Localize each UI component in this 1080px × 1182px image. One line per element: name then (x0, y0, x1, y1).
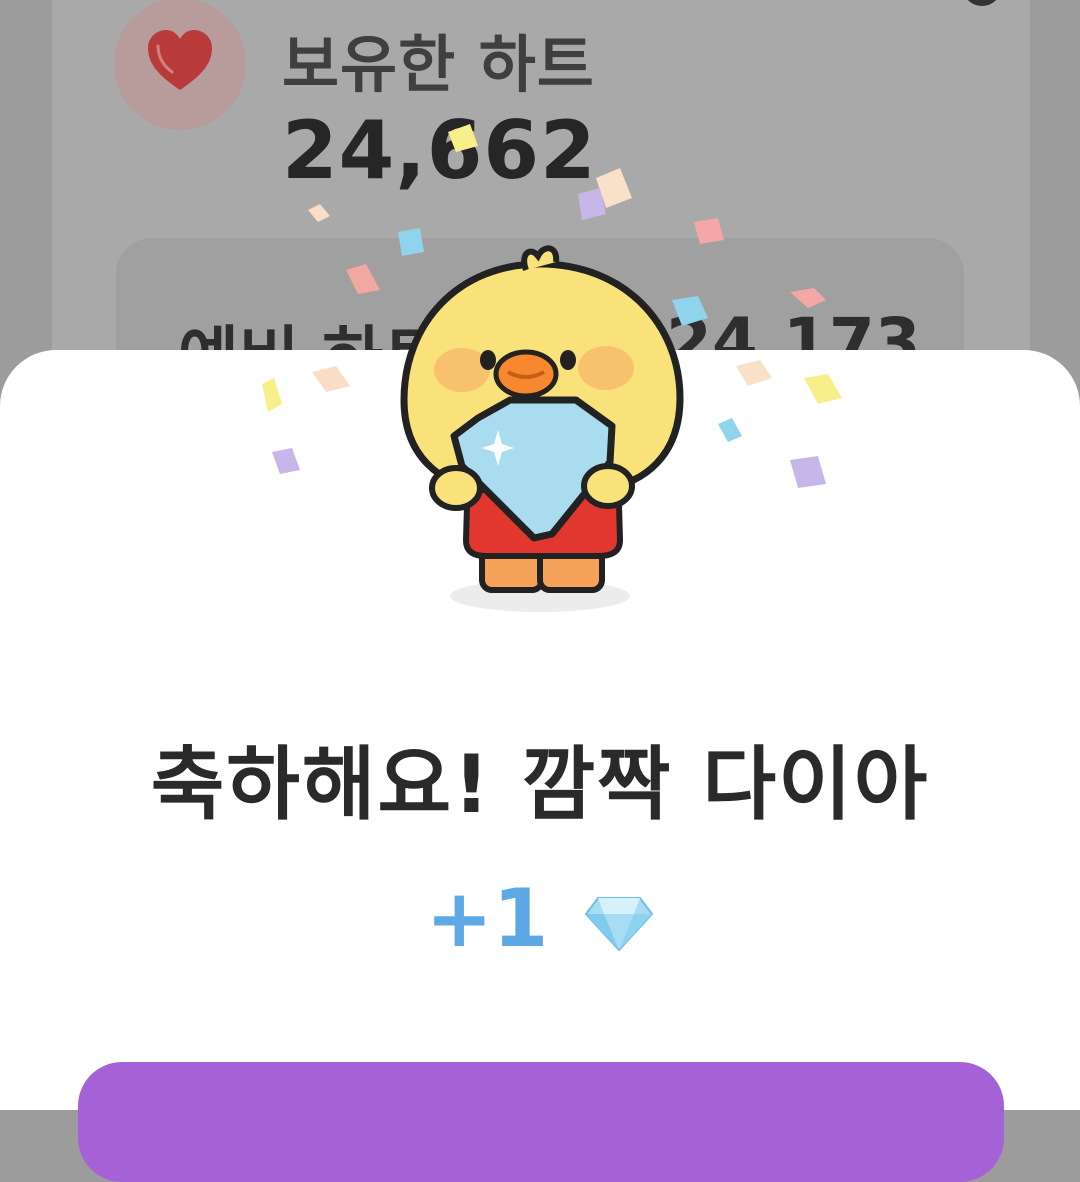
reward-title: 축하해요! 깜짝 다이아 (150, 738, 930, 831)
reward-amount-row: +1 (0, 872, 1080, 965)
diamond-icon (584, 897, 654, 952)
confirm-button[interactable] (78, 1062, 1004, 1182)
reward-amount: +1 (425, 872, 549, 965)
duck-mascot-illustration (400, 245, 684, 612)
